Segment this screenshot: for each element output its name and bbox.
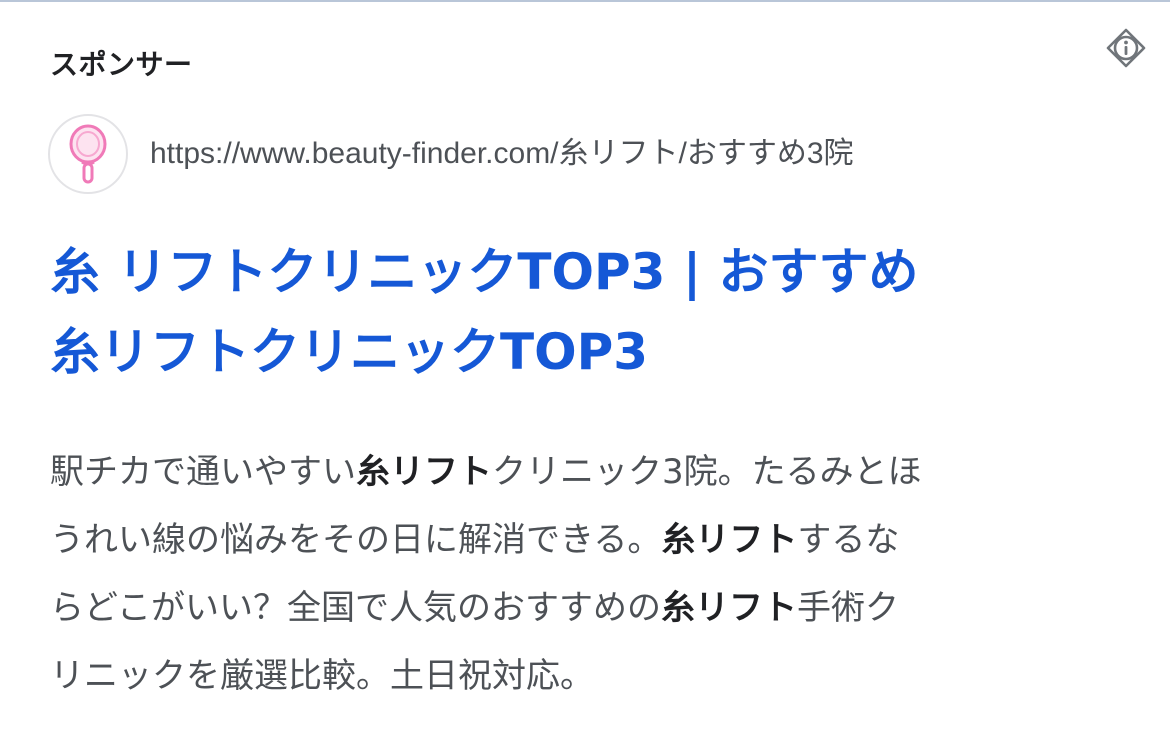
description-text: クリニック3院。たるみとほ	[492, 452, 922, 492]
ad-info-button[interactable]	[1104, 26, 1148, 70]
description-text: らどこがいい？全国で人気のおすすめの	[50, 588, 661, 628]
description-text: うれい線の悩みをその日に解消できる。	[50, 520, 662, 560]
description-text: 手術ク	[796, 588, 899, 628]
description-keyword: 糸リフト	[356, 452, 492, 492]
sponsored-label: スポンサー	[50, 48, 193, 81]
description-text: リニックを厳選比較。土日祝対応。	[50, 656, 594, 696]
ad-source-row[interactable]: https://www.beauty-finder.com/糸リフト/おすすめ3…	[48, 113, 854, 195]
ad-headline-link[interactable]: 糸 リフトクリニックTOP3 | おすすめ 糸リフトクリニックTOP3	[50, 232, 1130, 392]
ad-description: 駅チカで通いやすい糸リフトクリニック3院。たるみとほ うれい線の悩みをその日に解…	[50, 438, 1140, 710]
description-text: 駅チカで通いやすい	[50, 452, 356, 492]
description-line-3: らどこがいい？全国で人気のおすすめの糸リフト手術ク	[50, 574, 1140, 642]
hand-mirror-icon	[69, 124, 107, 184]
description-keyword: 糸リフト	[660, 588, 797, 628]
ad-headline-line-2[interactable]: 糸リフトクリニックTOP3	[50, 312, 1130, 392]
description-keyword: 糸リフト	[661, 520, 798, 560]
info-icon	[1106, 28, 1146, 68]
ad-headline-line-1[interactable]: 糸 リフトクリニックTOP3 | おすすめ	[50, 232, 1130, 312]
advertiser-favicon	[48, 114, 128, 194]
description-line-4: リニックを厳選比較。土日祝対応。	[50, 642, 1140, 710]
description-line-1: 駅チカで通いやすい糸リフトクリニック3院。たるみとほ	[50, 438, 1140, 506]
display-url[interactable]: https://www.beauty-finder.com/糸リフト/おすすめ3…	[150, 134, 854, 174]
sponsored-ad-card: スポンサー https://www.beauty-finder.com/糸リフト…	[0, 0, 1170, 736]
description-line-2: うれい線の悩みをその日に解消できる。糸リフトするな	[50, 506, 1140, 574]
description-text: するな	[797, 520, 900, 560]
